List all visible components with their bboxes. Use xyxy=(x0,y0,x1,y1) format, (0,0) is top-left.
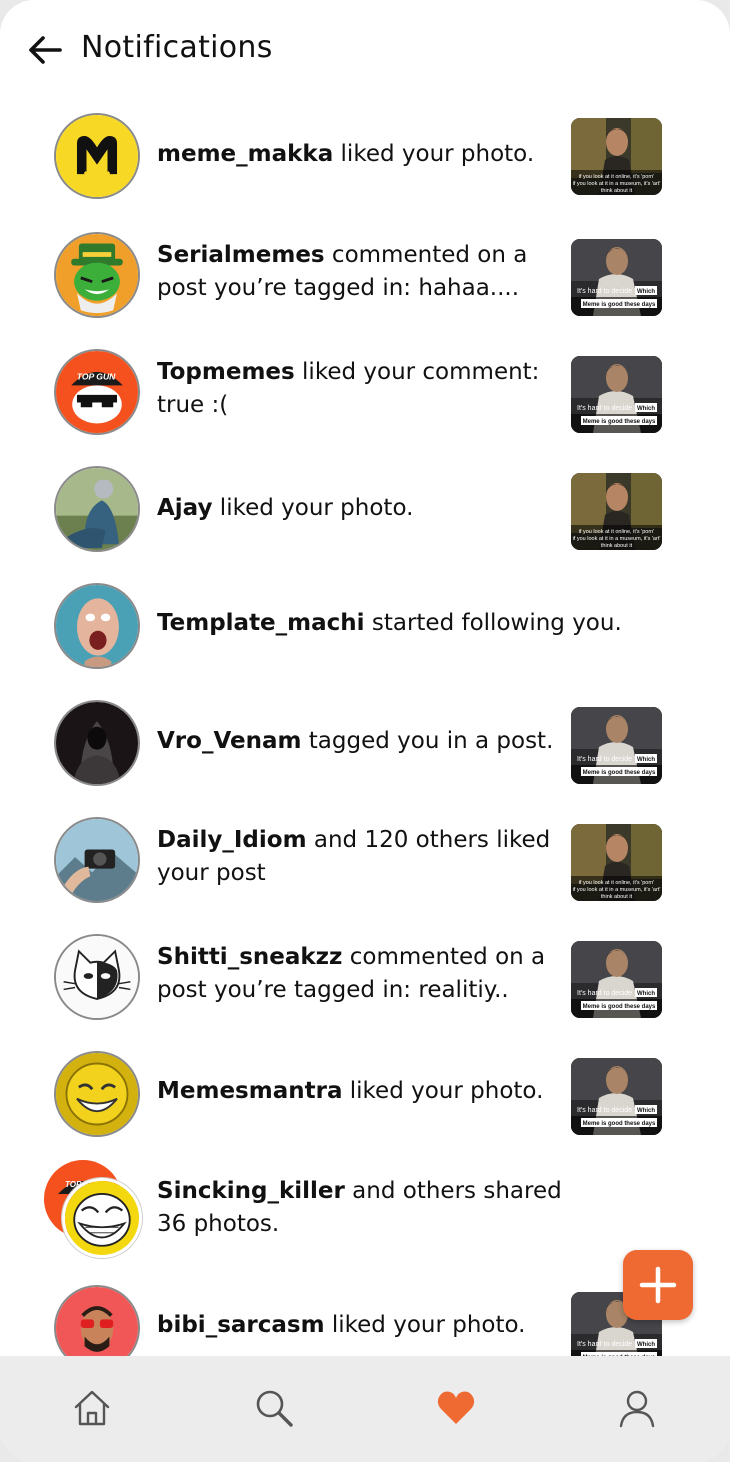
avatar-front[interactable] xyxy=(62,1178,142,1258)
thumb-caption-tag: Which xyxy=(637,1342,655,1348)
post-thumbnail[interactable]: It's hard to decide Which Meme is good t… xyxy=(571,1058,662,1135)
post-thumbnail[interactable]: if you look at it online, it's 'porn' if… xyxy=(571,118,662,195)
nav-profile[interactable] xyxy=(615,1386,659,1430)
avatar[interactable] xyxy=(54,817,140,903)
notification-item[interactable]: TOP GUN Sincking_killer and others share… xyxy=(0,1160,730,1270)
username[interactable]: Template_machi xyxy=(157,610,365,636)
username[interactable]: bibi_sarcasm xyxy=(157,1312,325,1338)
thumb-caption-line: It's hard to decide xyxy=(577,1107,632,1114)
thumb-caption-line: think about it xyxy=(601,894,633,900)
thumb-caption-line: if you look at it online, it's 'porn' xyxy=(579,174,655,180)
username[interactable]: Daily_Idiom xyxy=(157,827,307,853)
username[interactable]: Topmemes xyxy=(157,359,295,385)
thumb-caption-line: Meme is good these days xyxy=(583,770,656,776)
notification-text: Vro_Venam tagged you in a post. xyxy=(157,725,567,758)
avatar[interactable] xyxy=(54,1051,140,1137)
post-thumbnail[interactable]: It's hard to decide Which Meme is good t… xyxy=(571,239,662,316)
bottom-nav xyxy=(0,1356,730,1462)
avatar[interactable] xyxy=(54,466,140,552)
nav-notifications[interactable] xyxy=(434,1386,478,1430)
thumb-caption-line: It's hard to decide xyxy=(577,990,632,997)
thumb-caption-line: Meme is good these days xyxy=(583,419,656,425)
notification-text: Daily_Idiom and 120 others liked your po… xyxy=(157,824,557,890)
add-post-button[interactable] xyxy=(623,1250,693,1320)
notification-message: liked your photo. xyxy=(212,495,414,521)
thumb-caption-line: if you look at it in a museum, it's 'art… xyxy=(573,887,661,893)
nav-search[interactable] xyxy=(252,1386,296,1430)
username[interactable]: Ajay xyxy=(157,495,213,521)
avatar-text: TOP GUN xyxy=(77,372,116,382)
notification-item[interactable]: Serialmemes commented on a post you’re t… xyxy=(0,232,730,342)
notification-item[interactable]: Ajay liked your photo. if you look at it… xyxy=(0,466,730,576)
post-thumbnail[interactable]: It's hard to decide Which Meme is good t… xyxy=(571,356,662,433)
thumb-caption-line: think about it xyxy=(601,188,633,194)
thumb-caption-line: It's hard to decide xyxy=(577,288,632,295)
plus-icon xyxy=(639,1266,677,1304)
notification-text: bibi_sarcasm liked your photo. xyxy=(157,1309,557,1342)
thumb-caption-line: if you look at it online, it's 'porn' xyxy=(579,880,655,886)
thumb-caption-tag: Which xyxy=(637,406,655,412)
notification-list: meme_makka liked your photo. if you look… xyxy=(0,0,730,1371)
username[interactable]: Sincking_killer xyxy=(157,1178,345,1204)
post-thumbnail[interactable]: It's hard to decide Which Meme is good t… xyxy=(571,707,662,784)
nav-home[interactable] xyxy=(70,1386,114,1430)
notification-message: liked your photo. xyxy=(333,141,535,167)
notification-item[interactable]: Vro_Venam tagged you in a post. It's har… xyxy=(0,700,730,810)
notification-item[interactable]: Shitti_sneakzz commented on a post you’r… xyxy=(0,934,730,1044)
username[interactable]: Vro_Venam xyxy=(157,728,301,754)
avatar[interactable]: TOP GUN xyxy=(54,349,140,435)
thumb-caption-line: Meme is good these days xyxy=(583,1004,656,1010)
avatar[interactable] xyxy=(54,232,140,318)
notification-item[interactable]: TOP GUN Topmemes liked your comment: tru… xyxy=(0,349,730,459)
avatar[interactable] xyxy=(54,583,140,669)
avatar[interactable] xyxy=(54,113,140,199)
notifications-screen: Notifications meme_makka liked your phot… xyxy=(0,0,730,1462)
notification-text: Sincking_killer and others shared 36 pho… xyxy=(157,1175,587,1241)
username[interactable]: Shitti_sneakzz xyxy=(157,944,342,970)
post-thumbnail[interactable]: if you look at it online, it's 'porn' if… xyxy=(571,473,662,550)
notification-item[interactable]: Daily_Idiom and 120 others liked your po… xyxy=(0,817,730,927)
notification-item[interactable]: meme_makka liked your photo. if you look… xyxy=(0,112,730,222)
notification-text: Memesmantra liked your photo. xyxy=(157,1075,557,1108)
profile-icon xyxy=(619,1390,655,1428)
thumb-caption-line: It's hard to decide xyxy=(577,1341,632,1348)
thumb-caption-line: if you look at it in a museum, it's 'art… xyxy=(573,536,661,542)
notification-item[interactable]: Memesmantra liked your photo. It's hard … xyxy=(0,1051,730,1161)
avatar[interactable] xyxy=(54,934,140,1020)
thumb-caption-line: Meme is good these days xyxy=(583,302,656,308)
thumb-caption-line: Meme is good these days xyxy=(583,1121,656,1127)
thumb-caption-line: if you look at it in a museum, it's 'art… xyxy=(573,181,661,187)
home-icon xyxy=(74,1390,110,1426)
notification-text: Topmemes liked your comment: true :( xyxy=(157,356,557,422)
notification-text: Serialmemes commented on a post you’re t… xyxy=(157,239,557,305)
thumb-caption-line: if you look at it online, it's 'porn' xyxy=(579,529,655,535)
notification-message: liked your photo. xyxy=(324,1312,526,1338)
notification-message: started following you. xyxy=(364,610,622,636)
thumb-caption-tag: Which xyxy=(637,1108,655,1114)
search-icon xyxy=(256,1390,293,1427)
thumb-caption-line: It's hard to decide xyxy=(577,756,632,763)
thumb-caption-line: It's hard to decide xyxy=(577,405,632,412)
notification-message: tagged you in a post. xyxy=(301,728,554,754)
heart-icon xyxy=(437,1391,475,1424)
thumb-caption-tag: Which xyxy=(637,289,655,295)
post-thumbnail[interactable]: if you look at it online, it's 'porn' if… xyxy=(571,824,662,901)
notification-text: Shitti_sneakzz commented on a post you’r… xyxy=(157,941,557,1007)
username[interactable]: meme_makka xyxy=(157,141,333,167)
thumb-caption-tag: Which xyxy=(637,757,655,763)
username[interactable]: Serialmemes xyxy=(157,242,325,268)
thumb-caption-line: think about it xyxy=(601,543,633,549)
notification-text: meme_makka liked your photo. xyxy=(157,138,557,171)
notification-text: Ajay liked your photo. xyxy=(157,492,557,525)
notification-item[interactable]: Template_machi started following you. xyxy=(0,583,730,693)
thumb-caption-tag: Which xyxy=(637,991,655,997)
post-thumbnail[interactable]: It's hard to decide Which Meme is good t… xyxy=(571,941,662,1018)
username[interactable]: Memesmantra xyxy=(157,1078,342,1104)
avatar[interactable] xyxy=(54,700,140,786)
notification-text: Template_machi started following you. xyxy=(157,607,677,640)
notification-message: liked your photo. xyxy=(342,1078,544,1104)
